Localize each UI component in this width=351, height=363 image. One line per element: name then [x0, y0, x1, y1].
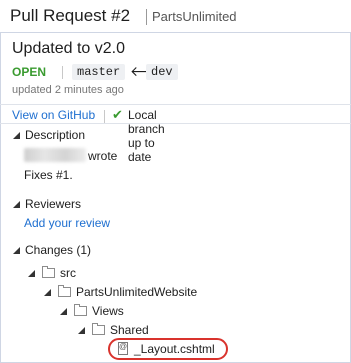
- local-branch-status: Local branch up to date: [128, 108, 165, 164]
- title-bar: Pull Request #2 PartsUnlimited: [0, 0, 351, 33]
- folder-icon: [74, 304, 87, 316]
- panel-title: Pull Request #2: [10, 6, 131, 25]
- author-wrote: wrote: [88, 149, 118, 163]
- expand-triangle-icon[interactable]: [60, 308, 67, 315]
- tree-label: PartsUnlimitedWebsite: [76, 285, 198, 299]
- tree-label: src: [60, 266, 76, 280]
- expand-triangle-icon[interactable]: [78, 327, 85, 334]
- add-review-link[interactable]: Add your review: [24, 216, 110, 230]
- reviewers-heading[interactable]: Reviewers: [25, 197, 81, 211]
- status-divider: [62, 66, 63, 79]
- view-on-github-link[interactable]: View on GitHub: [12, 108, 95, 122]
- divider: [0, 123, 351, 124]
- actions-row: View on GitHub ✔ Local branch up to date: [12, 107, 165, 164]
- status-badge: OPEN: [12, 65, 47, 79]
- tree-label: Shared: [110, 323, 149, 337]
- actions-divider: [104, 110, 105, 123]
- expand-triangle-icon[interactable]: [13, 247, 20, 254]
- expand-triangle-icon[interactable]: [13, 132, 20, 139]
- expand-triangle-icon[interactable]: [44, 289, 51, 296]
- pr-title: Updated to v2.0: [12, 40, 125, 57]
- title-divider: [146, 9, 147, 25]
- source-branch: dev: [146, 64, 178, 80]
- expand-triangle-icon[interactable]: [28, 270, 35, 277]
- highlight-annotation: [108, 338, 228, 360]
- divider: [0, 104, 351, 105]
- description-heading[interactable]: Description: [25, 128, 85, 142]
- check-icon: ✔: [112, 107, 123, 122]
- folder-icon: [42, 266, 55, 278]
- description-body: Fixes #1.: [24, 168, 73, 182]
- folder-icon: [92, 323, 105, 335]
- updated-timestamp: updated 2 minutes ago: [12, 84, 124, 96]
- target-branch: master: [72, 64, 126, 80]
- expand-triangle-icon[interactable]: [13, 201, 20, 208]
- author-name-redacted: [24, 148, 86, 162]
- changes-heading[interactable]: Changes (1): [25, 243, 91, 257]
- repo-name: PartsUnlimited: [152, 9, 237, 24]
- folder-icon: [58, 285, 71, 297]
- tree-label: Views: [92, 304, 124, 318]
